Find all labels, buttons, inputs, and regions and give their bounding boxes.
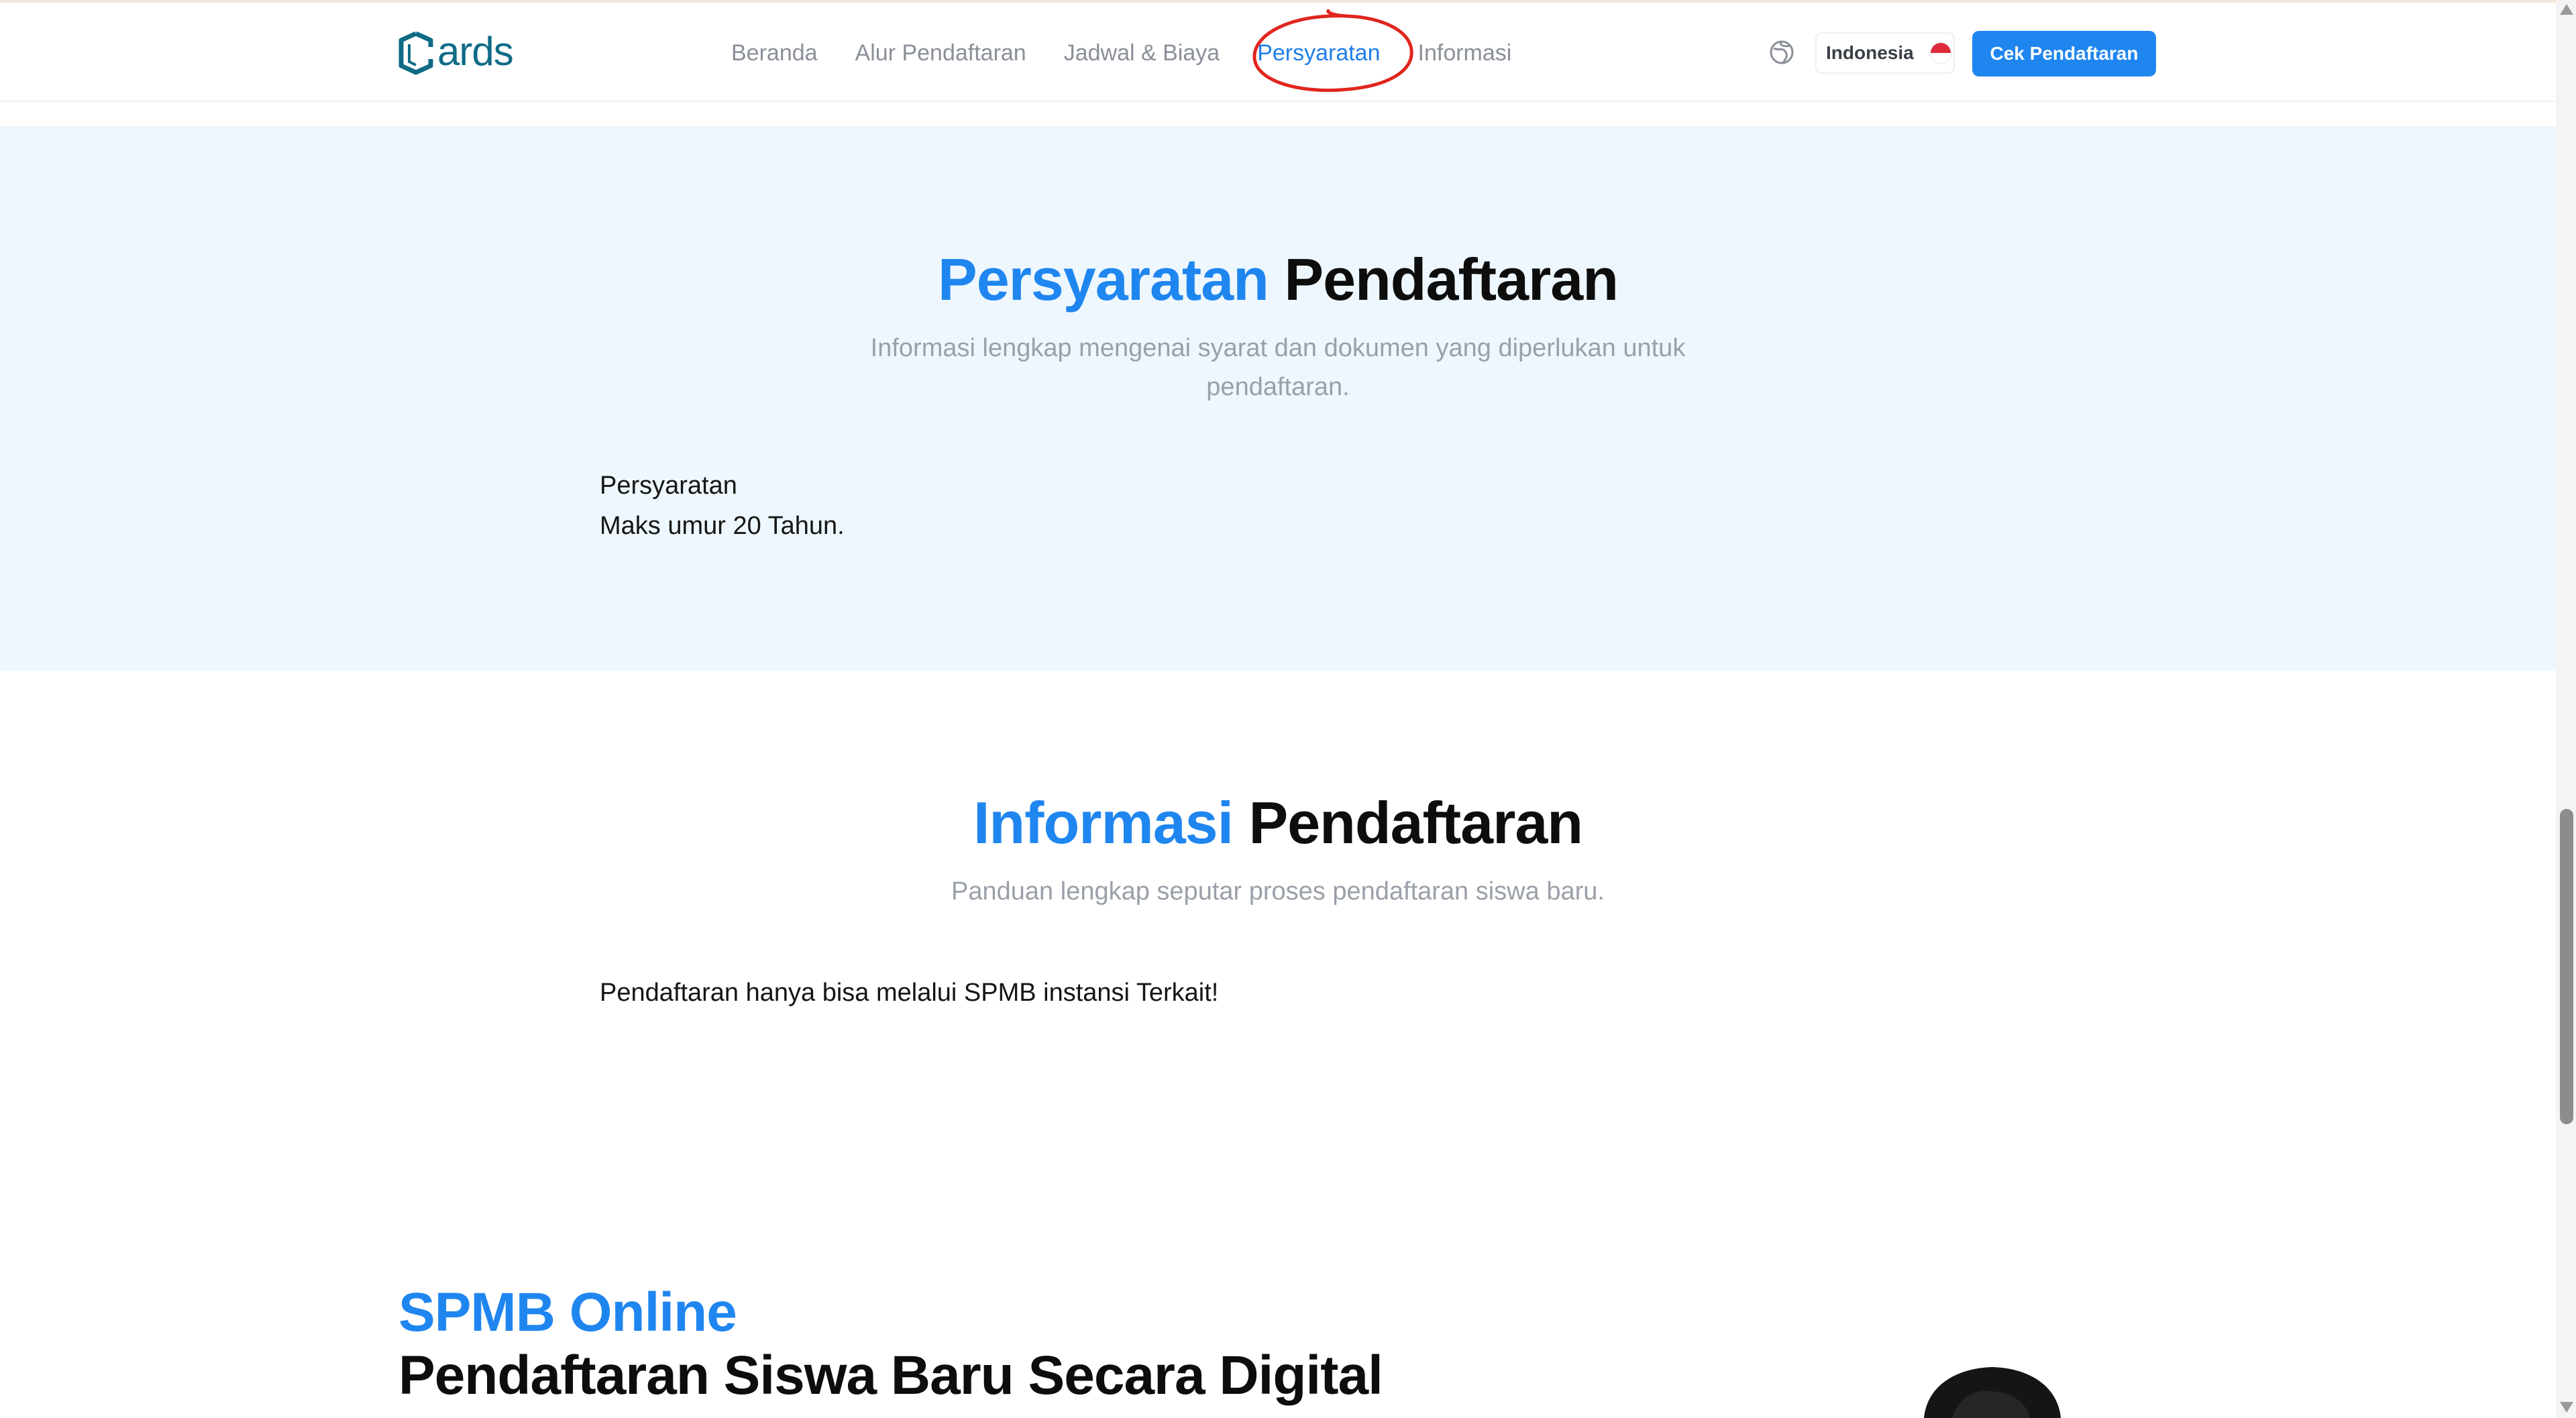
information-title: Informasi Pendaftaran [0, 789, 2556, 857]
hero-person-image [1924, 1367, 2061, 1418]
navbar: ards Beranda Alur Pendaftaran Jadwal & B… [0, 3, 2556, 102]
scroll-up-arrow-icon[interactable] [2560, 4, 2573, 15]
hero-title: Pendaftaran Siswa Baru Secara Digital [398, 1345, 1383, 1406]
nav-link-informasi[interactable]: Informasi [1418, 36, 1512, 70]
nav-link-beranda[interactable]: Beranda [731, 36, 818, 70]
information-title-accent: Informasi [973, 789, 1234, 856]
requirements-heading: Persyaratan [600, 472, 737, 500]
nav-link-persyaratan[interactable]: Persyaratan [1257, 36, 1380, 70]
nav-link-alur-pendaftaran[interactable]: Alur Pendaftaran [855, 36, 1026, 70]
logo-wordmark[interactable]: ards [437, 28, 514, 74]
information-title-rest: Pendaftaran [1248, 789, 1583, 856]
nav-link-jadwal-biaya[interactable]: Jadwal & Biaya [1064, 36, 1220, 70]
requirements-title-rest: Pendaftaran [1284, 246, 1619, 313]
scrollbar-thumb[interactable] [2560, 809, 2573, 1124]
hero-kicker: SPMB Online [398, 1282, 737, 1343]
requirements-section: Persyaratan Pendaftaran Informasi lengka… [0, 126, 2556, 671]
information-subtitle: Panduan lengkap seputar proses pendaftar… [951, 877, 1605, 906]
language-selector[interactable]: Indonesia [1815, 32, 1955, 74]
requirements-title: Persyaratan Pendaftaran [0, 246, 2556, 314]
globe-icon[interactable] [1768, 39, 1795, 66]
page: ards Beranda Alur Pendaftaran Jadwal & B… [0, 0, 2576, 1418]
language-label: Indonesia [1826, 42, 1914, 63]
check-registration-button[interactable]: Cek Pendaftaran [1972, 31, 2156, 76]
requirements-subtitle: Informasi lengkap mengenai syarat dan do… [870, 334, 1686, 401]
indonesia-flag-icon [1929, 42, 1951, 64]
scrollbar[interactable] [2556, 0, 2576, 1418]
requirements-text: Maks umur 20 Tahun. [600, 512, 845, 540]
requirements-title-accent: Persyaratan [938, 246, 1269, 313]
main-nav: Beranda Alur Pendaftaran Jadwal & Biaya … [731, 36, 1511, 70]
information-text: Pendaftaran hanya bisa melalui SPMB inst… [600, 979, 1219, 1007]
scroll-down-arrow-icon[interactable] [2560, 1402, 2573, 1413]
